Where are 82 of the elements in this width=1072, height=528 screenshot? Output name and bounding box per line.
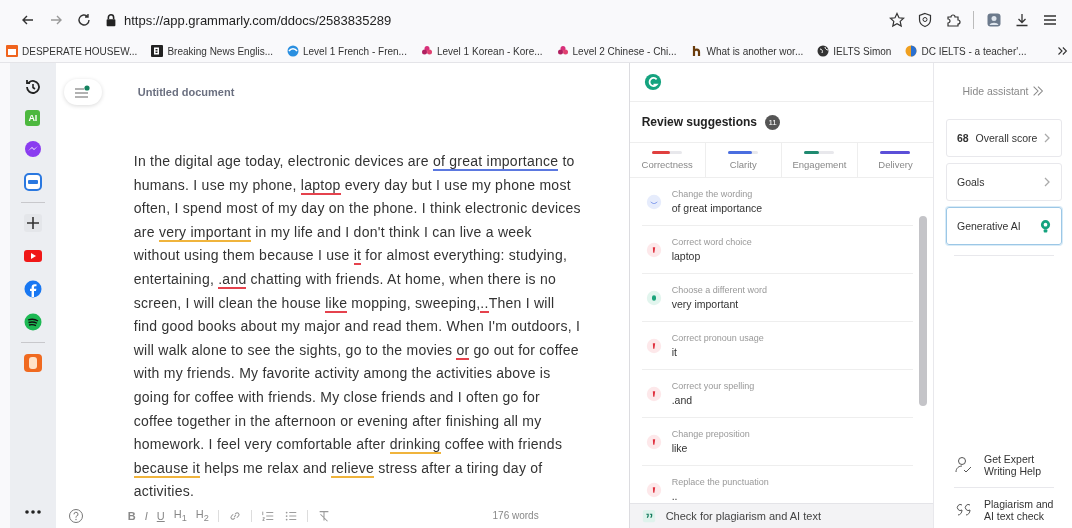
document-text[interactable]: In the digital age today, electronic devices are of great importance to humans. I use my phone, laptop every day but I use my phone most often, I spend most of my day on the phone. I think electronic devices are very important in my life and I don't think I can live a week without using them because I use it for almost everything: studying, entertaining, .and chatting with friends. At home, when there is no screen, I will clean the house like mopping, sweeping,..Then I will find good books about my major and read them. When I'm outdoors, I will walk alone to see the sights, go to the movies or go out for coffee with my friends. My favorite activity among the activities above is going for coffee with friends. My close friends and I often go for coffee together in the afternoon or evening after finishing all my homework. I feel very comfortable after drinking coffee with friends because it helps me relax and relieve stress after a tiring day of activities.: [133, 150, 582, 504]
review-title: Review suggestions: [641, 115, 758, 129]
bookmark-link[interactable]: DESPERATE HOUSEW...: [6, 45, 138, 57]
suggestion-text: very important: [671, 298, 740, 310]
suggestion-title: Choose a different word: [671, 285, 768, 295]
logo-icon: [643, 73, 662, 91]
lightbulb-icon: [1040, 218, 1051, 234]
add-icon[interactable]: [22, 213, 43, 233]
bookmark-link[interactable]: Level 2 Chinese - Chi...: [556, 45, 677, 57]
suggestion-title: Replace the punctuation: [671, 477, 769, 487]
plagiarism-check-bar[interactable]: Check for plagiarism and AI text: [629, 503, 933, 528]
menu-icon: [72, 84, 93, 99]
bookmark-globe-icon: [287, 45, 299, 57]
bookmark-link[interactable]: What is another wor...: [690, 45, 804, 57]
count-badge: 11: [765, 114, 781, 130]
bookmark-flower-icon: [556, 45, 569, 57]
assistant-link[interactable]: Get Expert Writing Help: [946, 447, 1062, 483]
suggestion-title: Correct pronoun usage: [671, 333, 764, 343]
bookmark-link[interactable]: IELTS Simon: [817, 45, 892, 57]
bookmark-ball-icon: [905, 45, 918, 57]
format-button[interactable]: H$_{2}$: [195, 508, 209, 524]
suggestion-text: like: [671, 442, 689, 454]
suggestion-card[interactable]: Correct your spelling .and: [641, 370, 913, 418]
facebook-icon[interactable]: [22, 279, 43, 299]
format-button[interactable]: H$_{1}$: [173, 508, 187, 524]
puzzle-icon[interactable]: [945, 12, 961, 28]
music-icon[interactable]: [22, 312, 43, 332]
chevron-right-icon: [1043, 176, 1051, 188]
scrollbar-thumb[interactable]: [919, 216, 927, 406]
hide-assistant-button[interactable]: Hide assistant: [946, 63, 1062, 119]
app-icon[interactable]: [22, 353, 43, 373]
bookmark-link[interactable]: DC IELTS - a teacher'...: [905, 45, 1027, 57]
category-tab[interactable]: Engagement: [781, 143, 858, 177]
menu-icon[interactable]: [1042, 12, 1058, 28]
assistant-card[interactable]: Generative AI: [946, 207, 1062, 245]
profile-icon[interactable]: [986, 12, 1002, 28]
suggestion-text: .and: [671, 394, 694, 406]
bookmark-flower-icon: [420, 45, 433, 57]
bookmark-link[interactable]: Level 1 Korean - Kore...: [420, 45, 543, 57]
bookmark-hook-icon: [690, 45, 703, 57]
suggestion-card[interactable]: Change the wording of great importance: [641, 178, 913, 226]
suggestion-card[interactable]: Correct pronoun usage it: [641, 322, 913, 370]
url-field[interactable]: https://app.grammarly.com/ddocs/2583835289: [124, 12, 392, 28]
suggestion-title: Change the wording: [671, 189, 754, 199]
messenger-icon[interactable]: [22, 139, 43, 159]
assistant-card[interactable]: 68 Overall score: [946, 119, 1062, 157]
double-chevron-icon: [1031, 84, 1046, 98]
suggestion-text: of great importance: [671, 202, 763, 214]
suggestion-title: Correct your spelling: [671, 381, 755, 391]
suggestion-card[interactable]: Change preposition like: [641, 418, 913, 466]
shield-icon[interactable]: [917, 12, 933, 28]
category-tab[interactable]: Correctness: [629, 143, 706, 177]
suggestion-card[interactable]: Correct word choice laptop: [641, 226, 913, 274]
person-check-icon: [954, 455, 974, 475]
bookmark-tv-icon: [6, 45, 18, 57]
quote-icon: [641, 509, 656, 523]
category-tab[interactable]: Delivery: [857, 143, 934, 177]
suggestion-title: Correct word choice: [671, 237, 752, 247]
suggestion-text: it: [671, 346, 678, 358]
suggestion-text: ..: [671, 490, 679, 502]
lock-icon: [104, 13, 118, 27]
word-count[interactable]: 176 words: [492, 510, 539, 522]
bookmark-globe-icon: [817, 45, 830, 57]
format-button[interactable]: U: [156, 509, 165, 522]
bookmark-link[interactable]: Breaking News Englis...: [151, 45, 273, 57]
star-icon[interactable]: [889, 12, 905, 28]
chat-app-icon[interactable]: [22, 172, 43, 192]
document-title[interactable]: Untitled document: [137, 85, 235, 98]
assistant-link[interactable]: Plagiarism and AI text check: [946, 492, 1062, 528]
assistant-card[interactable]: Goals: [946, 163, 1062, 201]
format-button[interactable]: I: [144, 509, 148, 522]
suggestion-card[interactable]: Choose a different word very important: [641, 274, 913, 322]
category-tab[interactable]: Clarity: [705, 143, 782, 177]
bookmark-link[interactable]: Level 1 French - Fren...: [287, 45, 407, 57]
chevron-right-icon: [1043, 132, 1051, 144]
suggestion-title: Change preposition: [671, 429, 750, 439]
bookmark-square-icon: [151, 45, 164, 57]
download-icon[interactable]: [1014, 12, 1030, 28]
reload-icon[interactable]: [76, 12, 92, 28]
help-icon[interactable]: [67, 507, 84, 524]
suggestion-text: laptop: [671, 250, 702, 262]
format-button[interactable]: B: [127, 509, 136, 522]
